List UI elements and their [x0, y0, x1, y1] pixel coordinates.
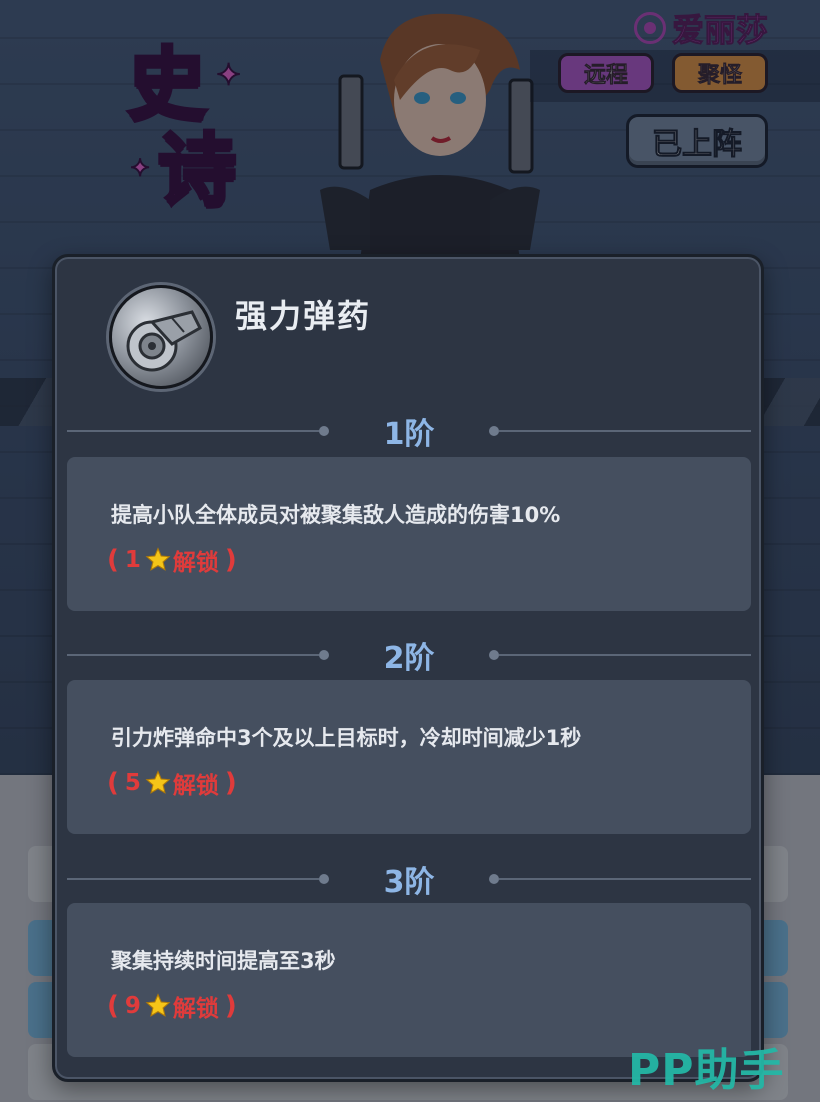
divider	[499, 878, 751, 880]
unlock-label: 解锁	[172, 550, 219, 576]
tier-label: 2阶	[383, 641, 435, 676]
divider-dot	[489, 874, 499, 884]
skill-ammo-icon	[109, 285, 213, 389]
tier-header-1: 1阶	[67, 411, 751, 452]
tier-header-3: 3阶	[67, 859, 751, 900]
paren-open: (	[107, 991, 119, 1021]
tier-label: 1阶	[383, 417, 435, 452]
watermark-logo: PP助手	[628, 1045, 785, 1096]
tier-description: 引力炸弹命中3个及以上目标时，冷却时间减少1秒	[111, 726, 582, 750]
tier-card-1: 提高小队全体成员对被聚集敌人造成的伤害10% ( 1 解锁 )	[67, 457, 751, 611]
divider	[499, 654, 751, 656]
star-icon	[145, 770, 171, 794]
paren-close: )	[224, 768, 237, 798]
divider-dot	[319, 650, 329, 660]
star-icon	[145, 547, 171, 571]
star-icon	[145, 993, 171, 1017]
star-count: 5	[124, 770, 141, 796]
tier-description: 提高小队全体成员对被聚集敌人造成的伤害10%	[111, 503, 561, 527]
tier-description: 聚集持续时间提高至3秒	[111, 949, 336, 973]
skill-title: 强力弹药	[235, 297, 372, 335]
unlock-label: 解锁	[172, 996, 219, 1022]
tier-label: 3阶	[383, 865, 435, 900]
divider-dot	[489, 650, 499, 660]
unlock-requirement: ( 1 解锁 )	[107, 543, 237, 577]
divider	[499, 430, 751, 432]
unlock-requirement: ( 5 解锁 )	[107, 766, 237, 800]
divider	[67, 430, 319, 432]
paren-open: (	[107, 545, 119, 575]
paren-close: )	[224, 991, 237, 1021]
paren-close: )	[224, 545, 237, 575]
tier-card-2: 引力炸弹命中3个及以上目标时，冷却时间减少1秒 ( 5 解锁 )	[67, 680, 751, 834]
unlock-label: 解锁	[172, 773, 219, 799]
divider-dot	[489, 426, 499, 436]
paren-open: (	[107, 768, 119, 798]
divider	[67, 654, 319, 656]
divider-dot	[319, 874, 329, 884]
star-count: 1	[124, 547, 141, 573]
unlock-requirement: ( 9 解锁 )	[107, 989, 237, 1023]
divider	[67, 878, 319, 880]
star-count: 9	[124, 993, 141, 1019]
skill-detail-panel: 强力弹药 1阶 提高小队全体成员对被聚集敌人造成的伤害10% ( 1 解锁 ) …	[52, 254, 764, 1082]
divider-dot	[319, 426, 329, 436]
tier-header-2: 2阶	[67, 635, 751, 676]
